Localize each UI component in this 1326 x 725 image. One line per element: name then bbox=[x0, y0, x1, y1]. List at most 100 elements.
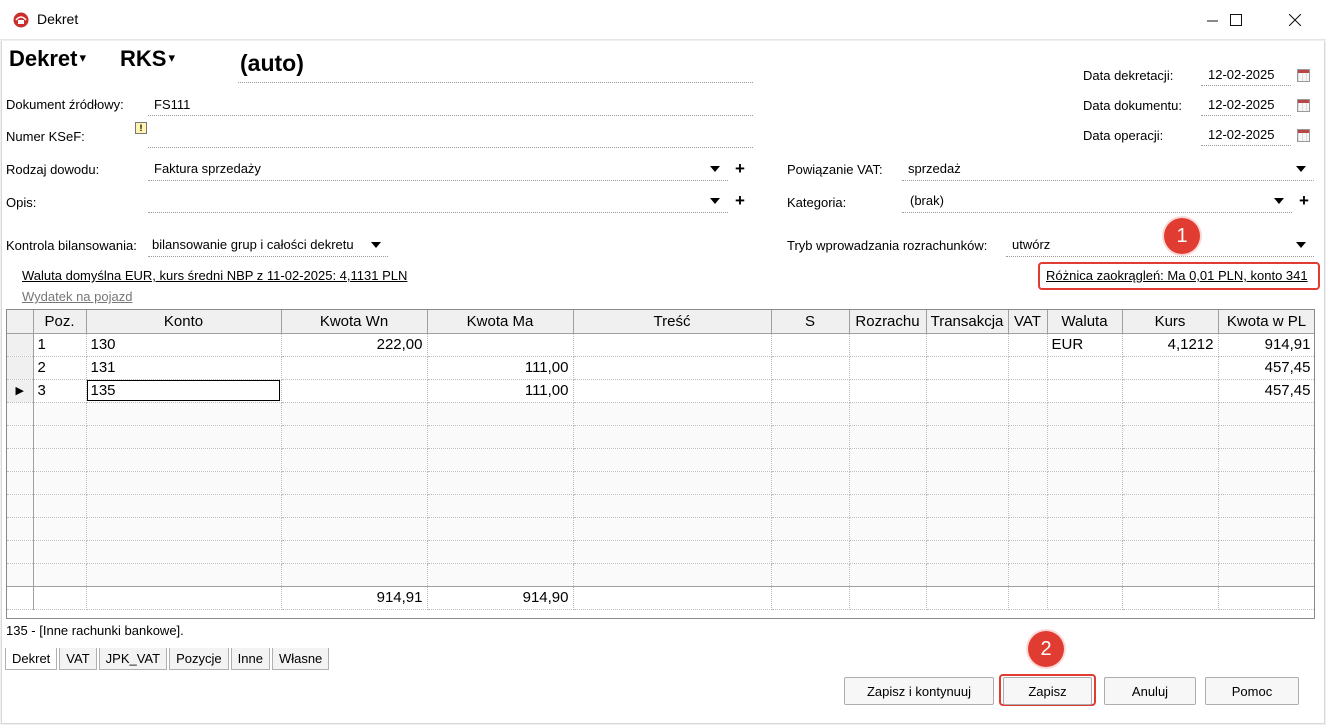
cell-rozrachunek[interactable] bbox=[849, 356, 927, 380]
column-header-vat[interactable]: VAT bbox=[1008, 310, 1048, 334]
column-header-kwota-pln[interactable]: Kwota w PL bbox=[1218, 310, 1314, 334]
empty-cell[interactable] bbox=[86, 494, 282, 518]
empty-cell[interactable] bbox=[427, 402, 574, 426]
empty-cell[interactable] bbox=[33, 425, 87, 449]
cell-vat[interactable] bbox=[1008, 356, 1048, 380]
powiazanie-select[interactable]: sprzedaż bbox=[902, 161, 1314, 181]
column-header-kurs[interactable]: Kurs bbox=[1122, 310, 1219, 334]
column-header-waluta[interactable]: Waluta bbox=[1047, 310, 1123, 334]
empty-cell[interactable] bbox=[1047, 471, 1123, 495]
empty-cell[interactable] bbox=[926, 402, 1009, 426]
cell-poz[interactable]: 2 bbox=[33, 356, 87, 380]
empty-cell[interactable] bbox=[1008, 471, 1048, 495]
empty-cell[interactable] bbox=[573, 425, 772, 449]
empty-cell[interactable] bbox=[33, 540, 87, 564]
empty-cell[interactable] bbox=[849, 448, 927, 472]
empty-cell[interactable] bbox=[1047, 517, 1123, 541]
empty-cell[interactable] bbox=[1047, 425, 1123, 449]
tab-wlasne[interactable]: Własne bbox=[271, 648, 330, 670]
cell-poz[interactable]: 1 bbox=[33, 333, 87, 357]
tab-vat[interactable]: VAT bbox=[59, 648, 97, 670]
cell-poz[interactable]: 3 bbox=[33, 379, 87, 403]
empty-cell[interactable] bbox=[849, 425, 927, 449]
empty-cell[interactable] bbox=[926, 563, 1009, 587]
empty-cell[interactable] bbox=[281, 494, 428, 518]
row-indicator[interactable] bbox=[7, 356, 34, 380]
cell-kwota-pln[interactable]: 914,91 bbox=[1218, 333, 1314, 357]
opis-dropdown-icon[interactable] bbox=[710, 198, 720, 204]
empty-cell[interactable] bbox=[573, 540, 772, 564]
empty-cell[interactable] bbox=[1008, 425, 1048, 449]
empty-cell[interactable] bbox=[33, 494, 87, 518]
empty-cell[interactable] bbox=[1122, 471, 1219, 495]
cell-kurs[interactable] bbox=[1122, 379, 1219, 403]
row-indicator[interactable] bbox=[7, 448, 34, 472]
data-dokumentu-field[interactable]: 12-02-2025 bbox=[1201, 97, 1291, 116]
empty-cell[interactable] bbox=[427, 471, 574, 495]
empty-cell[interactable] bbox=[926, 448, 1009, 472]
empty-cell[interactable] bbox=[86, 540, 282, 564]
cell-kwota-ma[interactable] bbox=[427, 333, 574, 357]
empty-row[interactable] bbox=[7, 448, 1314, 472]
rodzaj-add-button[interactable]: + bbox=[735, 160, 745, 177]
column-header-s[interactable]: S bbox=[771, 310, 850, 334]
empty-cell[interactable] bbox=[281, 402, 428, 426]
empty-cell[interactable] bbox=[1218, 563, 1314, 587]
row-indicator[interactable] bbox=[7, 540, 34, 564]
empty-cell[interactable] bbox=[86, 563, 282, 587]
doc-type-dropdown[interactable]: Dekret ▾ bbox=[9, 46, 86, 72]
data-operacji-field[interactable]: 12-02-2025 bbox=[1201, 127, 1291, 146]
empty-cell[interactable] bbox=[86, 402, 282, 426]
column-header-rozrachunek[interactable]: Rozrachu bbox=[849, 310, 927, 334]
cell-kwota-pln[interactable]: 457,45 bbox=[1218, 379, 1314, 403]
empty-row[interactable] bbox=[7, 494, 1314, 518]
empty-cell[interactable] bbox=[926, 471, 1009, 495]
empty-cell[interactable] bbox=[849, 402, 927, 426]
tab-dekret[interactable]: Dekret bbox=[5, 648, 58, 670]
opis-field[interactable] bbox=[148, 193, 728, 213]
empty-cell[interactable] bbox=[427, 563, 574, 587]
empty-row[interactable] bbox=[7, 471, 1314, 495]
empty-cell[interactable] bbox=[281, 425, 428, 449]
empty-cell[interactable] bbox=[771, 494, 850, 518]
empty-cell[interactable] bbox=[427, 448, 574, 472]
calendar-icon[interactable] bbox=[1297, 99, 1310, 112]
dokument-field[interactable]: FS111 bbox=[148, 97, 753, 116]
opis-add-button[interactable]: + bbox=[735, 192, 745, 209]
data-dekretacji-field[interactable]: 12-02-2025 bbox=[1201, 67, 1291, 86]
calendar-icon[interactable] bbox=[1297, 129, 1310, 142]
current-row-arrow-icon[interactable]: ▶ bbox=[7, 379, 34, 403]
cell-kurs[interactable] bbox=[1122, 356, 1219, 380]
empty-cell[interactable] bbox=[1218, 425, 1314, 449]
empty-cell[interactable] bbox=[1218, 471, 1314, 495]
column-header-kwota-wn[interactable]: Kwota Wn bbox=[281, 310, 428, 334]
empty-cell[interactable] bbox=[1122, 402, 1219, 426]
empty-cell[interactable] bbox=[1122, 494, 1219, 518]
empty-cell[interactable] bbox=[33, 402, 87, 426]
empty-cell[interactable] bbox=[33, 517, 87, 541]
empty-cell[interactable] bbox=[1008, 402, 1048, 426]
empty-cell[interactable] bbox=[281, 540, 428, 564]
empty-cell[interactable] bbox=[1218, 448, 1314, 472]
save-button[interactable]: Zapisz bbox=[1003, 677, 1092, 705]
empty-cell[interactable] bbox=[1047, 540, 1123, 564]
kontrola-select[interactable]: bilansowanie grup i całości dekretu bbox=[148, 237, 388, 257]
cell-waluta[interactable] bbox=[1047, 379, 1123, 403]
empty-cell[interactable] bbox=[926, 425, 1009, 449]
cancel-button[interactable]: Anuluj bbox=[1104, 677, 1196, 705]
empty-cell[interactable] bbox=[771, 471, 850, 495]
empty-cell[interactable] bbox=[926, 494, 1009, 518]
row-indicator[interactable] bbox=[7, 425, 34, 449]
empty-cell[interactable] bbox=[1008, 517, 1048, 541]
tab-pozycje[interactable]: Pozycje bbox=[169, 648, 229, 670]
cell-konto-focused[interactable]: 135 bbox=[86, 379, 282, 403]
empty-cell[interactable] bbox=[1008, 563, 1048, 587]
empty-row[interactable] bbox=[7, 402, 1314, 426]
cell-konto[interactable]: 130 bbox=[86, 333, 282, 357]
empty-cell[interactable] bbox=[1008, 494, 1048, 518]
empty-cell[interactable] bbox=[1122, 425, 1219, 449]
tab-inne[interactable]: Inne bbox=[230, 648, 270, 670]
empty-cell[interactable] bbox=[771, 448, 850, 472]
empty-row[interactable] bbox=[7, 517, 1314, 541]
empty-cell[interactable] bbox=[1047, 402, 1123, 426]
